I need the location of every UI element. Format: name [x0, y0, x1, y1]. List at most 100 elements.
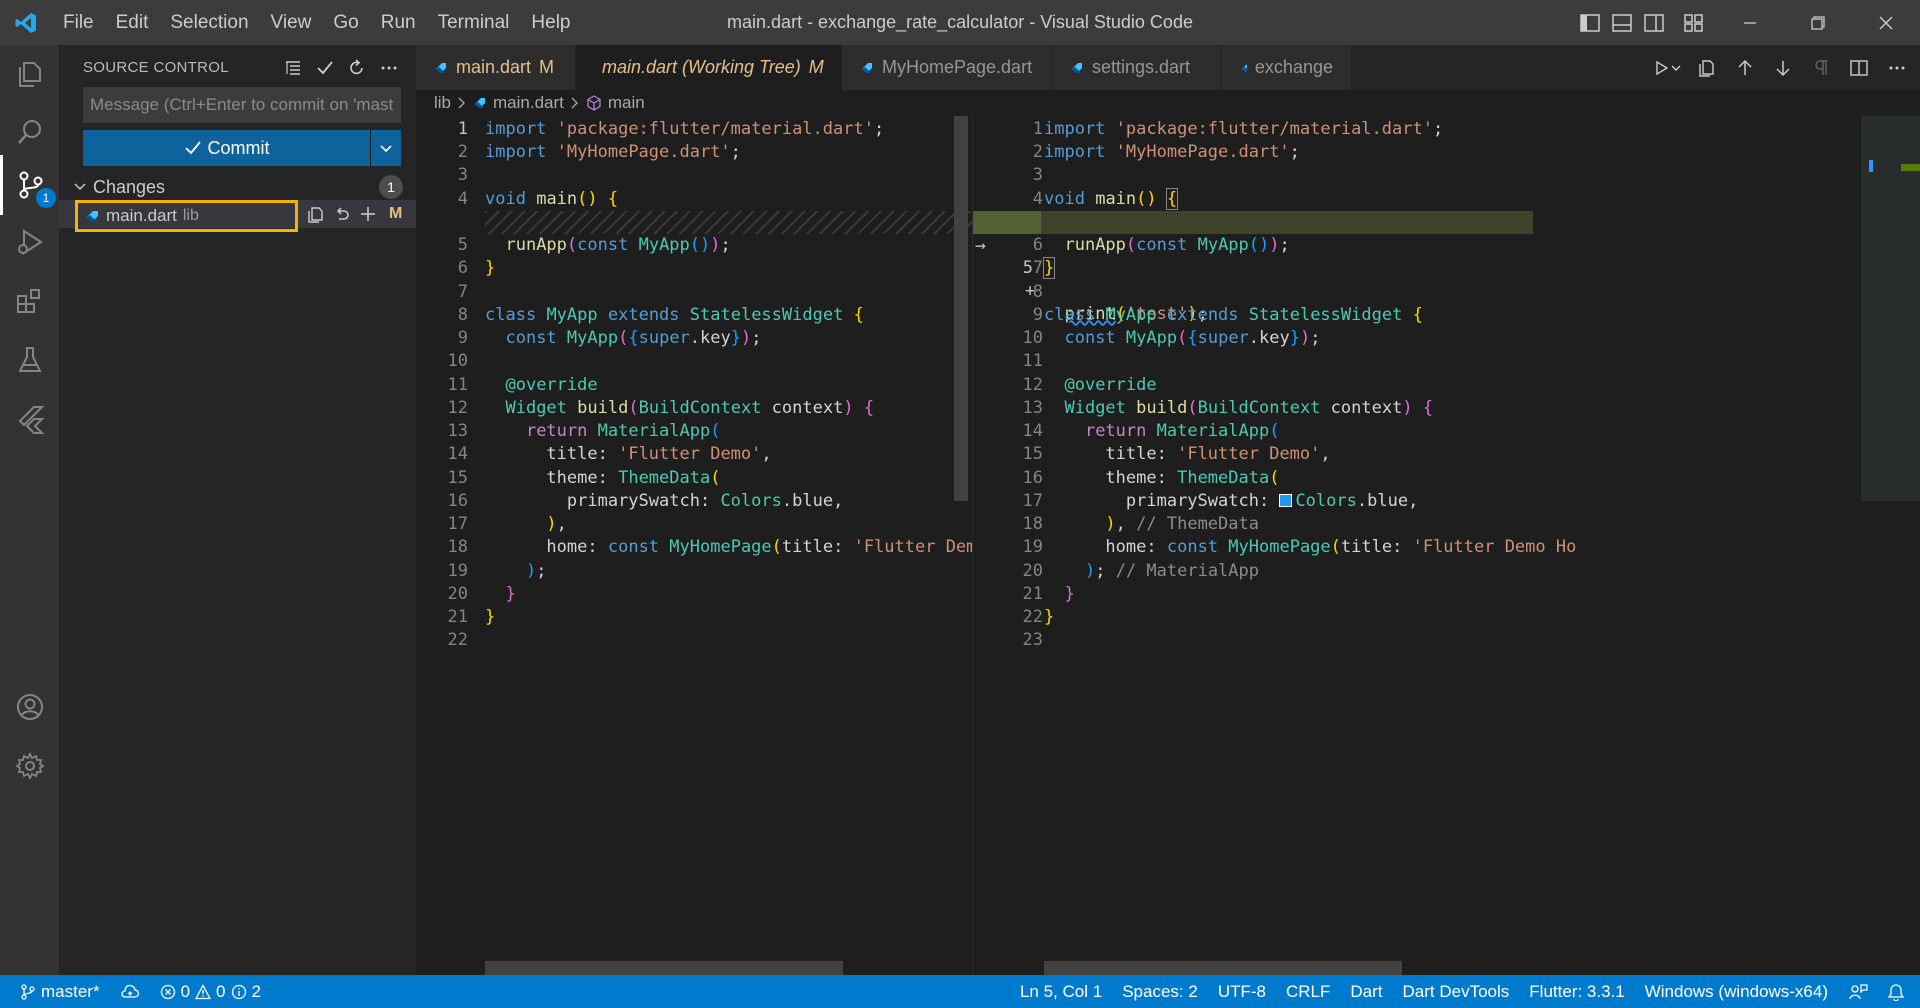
- search-icon[interactable]: [0, 103, 59, 161]
- close-window-icon[interactable]: [1852, 0, 1920, 45]
- toggle-secondary-sidebar-icon[interactable]: [1638, 0, 1670, 45]
- more-actions-icon[interactable]: [376, 55, 402, 81]
- branch-name: master*: [41, 981, 100, 1001]
- dart-file-icon: [87, 211, 98, 222]
- tab-exchange[interactable]: exchange: [1222, 45, 1352, 90]
- menu-help[interactable]: Help: [520, 0, 581, 45]
- breadcrumb-folder[interactable]: lib: [434, 93, 451, 113]
- changes-label: Changes: [93, 176, 166, 197]
- tab-myhomepage-dart[interactable]: MyHomePage.dart: [842, 45, 1052, 90]
- sync-status[interactable]: [110, 975, 150, 1008]
- line-number: 19: [1022, 537, 1043, 557]
- target-platform[interactable]: Windows (windows-x64): [1635, 975, 1838, 1008]
- commit-button-label: Commit: [207, 137, 270, 158]
- tab-modified-badge: M: [539, 57, 555, 77]
- overview-ruler-change-marker: [1869, 160, 1873, 172]
- settings-gear-icon[interactable]: [0, 737, 59, 795]
- tab-modified-badge: M: [808, 57, 824, 77]
- split-editor-icon[interactable]: [1840, 45, 1878, 90]
- changes-group-header[interactable]: Changes 1: [73, 175, 403, 199]
- tab-main-dart-working-tree[interactable]: main.dart (Working Tree) M: [576, 45, 842, 90]
- line-number: 22: [447, 630, 468, 650]
- right-horizontal-scrollbar[interactable]: [1044, 961, 1402, 975]
- chevron-down-icon: [380, 145, 392, 153]
- line-number: 14: [447, 444, 468, 464]
- menu-selection[interactable]: Selection: [159, 0, 259, 45]
- changed-file-row[interactable]: main.dart lib M: [59, 200, 416, 232]
- minimize-icon[interactable]: [1716, 0, 1784, 45]
- diff-placeholder-hatch: [485, 211, 972, 234]
- left-vertical-scrollbar[interactable]: [954, 116, 968, 501]
- branch-status[interactable]: master*: [0, 975, 110, 1008]
- extensions-icon[interactable]: [0, 272, 59, 330]
- open-file-icon[interactable]: [1688, 45, 1726, 90]
- diff-editor-original[interactable]: 1 import 'package:flutter/material.dart';…: [416, 116, 972, 975]
- file-highlight-box: main.dart lib: [75, 200, 298, 232]
- diff-editor-modified[interactable]: 1 import 'package:flutter/material.dart';…: [972, 116, 1920, 975]
- commit-check-icon[interactable]: [312, 55, 338, 81]
- dart-devtools[interactable]: Dart DevTools: [1393, 975, 1520, 1008]
- line-number: 12: [1022, 375, 1043, 395]
- accounts-icon[interactable]: [0, 678, 59, 736]
- feedback-icon[interactable]: [1838, 975, 1878, 1008]
- menu-view[interactable]: View: [260, 0, 323, 45]
- open-file-icon[interactable]: [305, 203, 327, 225]
- menu-file[interactable]: File: [52, 0, 105, 45]
- changes-count-badge: 1: [379, 175, 403, 199]
- line-number: 1: [1032, 119, 1043, 139]
- line-number: 3: [1032, 165, 1043, 185]
- menu-terminal[interactable]: Terminal: [427, 0, 521, 45]
- dart-file-icon: [436, 62, 446, 73]
- commit-dropdown-button[interactable]: [371, 130, 401, 166]
- source-control-icon[interactable]: 1: [0, 155, 59, 215]
- menu-edit[interactable]: Edit: [105, 0, 160, 45]
- cursor-position[interactable]: Ln 5, Col 1: [1010, 975, 1112, 1008]
- symbol-method-icon: [587, 95, 601, 111]
- encoding[interactable]: UTF-8: [1208, 975, 1276, 1008]
- left-horizontal-scrollbar[interactable]: [485, 961, 843, 975]
- restore-icon[interactable]: [1784, 0, 1852, 45]
- line-number: 7: [1032, 258, 1043, 278]
- explorer-icon[interactable]: [0, 45, 59, 103]
- language-mode[interactable]: Dart: [1340, 975, 1392, 1008]
- menu-run[interactable]: Run: [370, 0, 427, 45]
- line-number: 1: [457, 119, 468, 139]
- breadcrumb-symbol[interactable]: main: [608, 93, 645, 113]
- flutter-icon[interactable]: [0, 390, 59, 448]
- next-change-icon[interactable]: [1764, 45, 1802, 90]
- toggle-primary-sidebar-icon[interactable]: [1574, 0, 1606, 45]
- previous-change-icon[interactable]: [1726, 45, 1764, 90]
- line-number: 2: [1032, 142, 1043, 162]
- info-count: 2: [251, 981, 261, 1001]
- line-number: 11: [1022, 351, 1043, 371]
- tab-main-dart[interactable]: main.dart M: [416, 45, 576, 90]
- show-whitespace-icon[interactable]: [1802, 45, 1840, 90]
- run-dropdown-icon[interactable]: [1650, 45, 1688, 90]
- stage-changes-icon[interactable]: [357, 203, 379, 225]
- line-number: 9: [457, 328, 468, 348]
- tab-settings-dart[interactable]: settings.dart: [1052, 45, 1222, 90]
- menu-go[interactable]: Go: [322, 0, 369, 45]
- line-number: 12: [447, 398, 468, 418]
- indentation[interactable]: Spaces: 2: [1112, 975, 1208, 1008]
- discard-changes-icon[interactable]: [331, 203, 353, 225]
- commit-button[interactable]: Commit: [83, 130, 371, 166]
- customize-layout-icon[interactable]: [1678, 0, 1710, 45]
- activity-bar: 1: [0, 45, 59, 975]
- line-number: 6: [457, 258, 468, 278]
- problems-status[interactable]: 0 0 2: [150, 975, 271, 1008]
- more-actions-icon[interactable]: [1878, 45, 1916, 90]
- menu-bar: File Edit Selection View Go Run Terminal…: [52, 0, 582, 45]
- toggle-panel-icon[interactable]: [1606, 0, 1638, 45]
- refresh-icon[interactable]: [344, 55, 370, 81]
- run-debug-icon[interactable]: [0, 213, 59, 271]
- notifications-bell-icon[interactable]: [1878, 975, 1920, 1008]
- flutter-version[interactable]: Flutter: 3.3.1: [1519, 975, 1634, 1008]
- end-of-line[interactable]: CRLF: [1276, 975, 1340, 1008]
- commit-message-input[interactable]: [83, 87, 401, 123]
- view-as-tree-icon[interactable]: [280, 55, 306, 81]
- testing-icon[interactable]: [0, 331, 59, 389]
- breadcrumb-file[interactable]: main.dart: [493, 93, 564, 113]
- color-swatch-icon[interactable]: [1279, 494, 1293, 507]
- line-number: 11: [447, 375, 468, 395]
